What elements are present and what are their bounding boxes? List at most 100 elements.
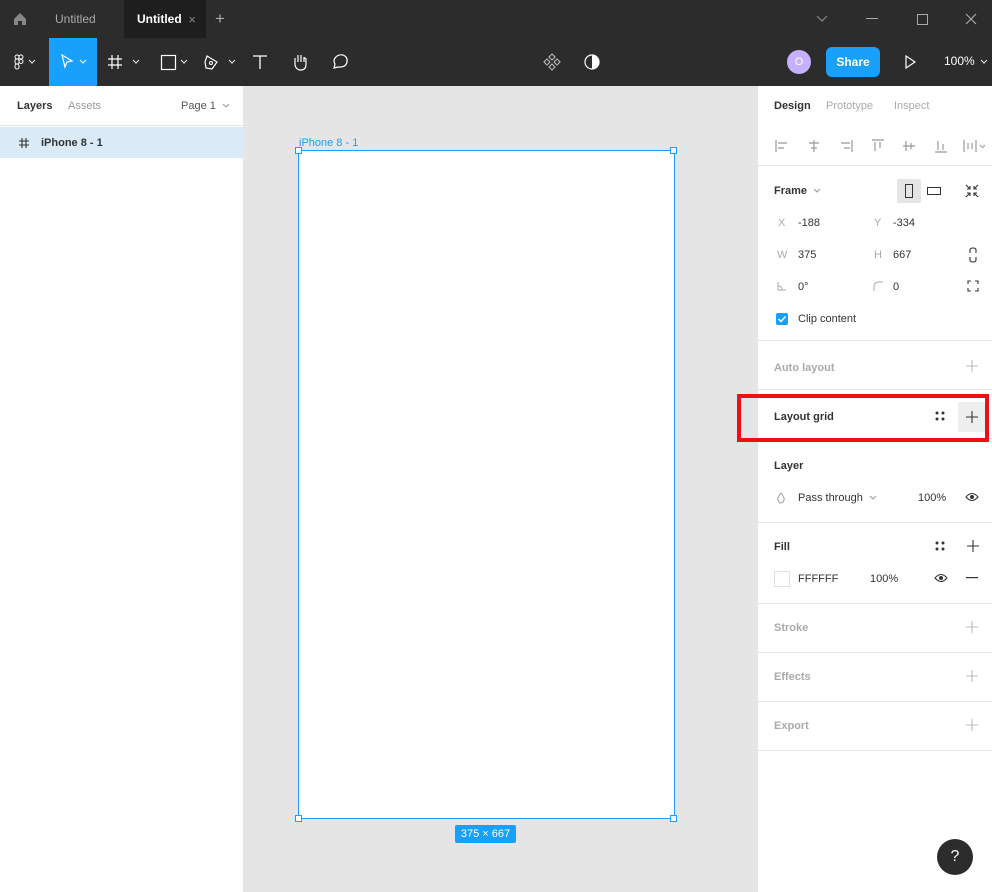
add-fill-button[interactable]	[966, 539, 980, 553]
height-input[interactable]: 667	[893, 249, 911, 261]
divider	[758, 389, 992, 390]
add-stroke-button[interactable]	[965, 620, 979, 634]
add-export-button[interactable]	[965, 718, 979, 732]
fill-section-title: Fill	[774, 541, 790, 553]
portrait-orientation-button[interactable]	[897, 179, 921, 203]
minimize-icon[interactable]	[847, 0, 897, 38]
distribute-icon[interactable]	[962, 138, 988, 154]
tab-inspect[interactable]: Inspect	[894, 100, 929, 112]
help-button[interactable]: ?	[937, 839, 973, 875]
plus-icon	[966, 670, 978, 682]
align-top-icon[interactable]	[870, 138, 886, 154]
frame-hash-icon	[18, 137, 32, 149]
resize-handle[interactable]	[295, 147, 302, 154]
w-label: W	[777, 249, 788, 261]
width-input[interactable]: 375	[798, 249, 816, 261]
layer-item[interactable]: iPhone 8 - 1	[0, 127, 243, 158]
y-label: Y	[874, 217, 882, 229]
layer-opacity-input[interactable]: 100%	[918, 492, 946, 504]
tab-assets[interactable]: Assets	[68, 100, 101, 112]
constrain-proportions-icon[interactable]	[968, 247, 978, 263]
cursor-icon	[61, 53, 87, 69]
maximize-icon[interactable]	[897, 0, 947, 38]
fill-opacity-input[interactable]: 100%	[870, 573, 898, 585]
frame-name-label[interactable]: iPhone 8 - 1	[299, 137, 358, 149]
new-tab-button[interactable]: +	[210, 9, 230, 29]
chevron-down-icon	[222, 103, 230, 109]
move-tool-button[interactable]	[49, 38, 97, 86]
theme-toggle-button[interactable]	[578, 38, 606, 86]
play-icon	[905, 55, 916, 69]
align-right-icon[interactable]	[838, 138, 854, 154]
comment-tool-button[interactable]	[324, 38, 356, 86]
layer-name: iPhone 8 - 1	[41, 136, 103, 149]
present-button[interactable]	[898, 38, 922, 86]
align-horizontal-center-icon[interactable]	[806, 138, 822, 154]
close-tab-icon[interactable]: ×	[188, 12, 196, 27]
fill-styles-icon[interactable]	[934, 540, 946, 552]
resize-handle[interactable]	[670, 147, 677, 154]
x-input[interactable]: -188	[798, 217, 820, 229]
tab-design[interactable]: Design	[774, 100, 811, 112]
component-icon	[543, 53, 561, 71]
pen-tool-button[interactable]	[196, 38, 238, 86]
eye-icon[interactable]	[934, 573, 948, 583]
chevron-down-icon	[869, 495, 877, 501]
share-button[interactable]: Share	[826, 47, 880, 77]
figma-logo-icon	[14, 54, 36, 70]
avatar[interactable]: O	[787, 50, 811, 74]
layer-section-title: Layer	[774, 460, 804, 472]
chevron-down-icon	[980, 59, 988, 65]
align-left-icon[interactable]	[774, 138, 790, 154]
tab-prototype[interactable]: Prototype	[826, 100, 873, 112]
corner-radius-icon	[873, 281, 883, 291]
add-effect-button[interactable]	[965, 669, 979, 683]
zoom-label: 100%	[944, 54, 975, 68]
blend-mode-select[interactable]: Pass through	[798, 492, 877, 504]
rotation-icon	[777, 281, 787, 291]
remove-fill-icon[interactable]	[966, 577, 978, 579]
chevron-down-icon[interactable]	[797, 0, 847, 38]
fill-color-swatch[interactable]	[774, 571, 790, 587]
checkmark-icon	[777, 315, 787, 323]
file-tab-active[interactable]: Untitled ×	[124, 0, 206, 38]
landscape-orientation-button[interactable]	[922, 179, 946, 203]
frame-section-title[interactable]: Frame	[774, 185, 821, 197]
title-bar: Untitled Untitled × +	[0, 0, 992, 38]
corner-radius-input[interactable]: 0	[893, 281, 899, 293]
file-tab-label: Untitled	[55, 12, 96, 26]
fill-hex-input[interactable]: FFFFFF	[798, 573, 838, 585]
components-button[interactable]	[538, 38, 566, 86]
resize-handle[interactable]	[295, 815, 302, 822]
resize-handle[interactable]	[670, 815, 677, 822]
close-window-icon[interactable]	[946, 0, 992, 38]
zoom-menu[interactable]: 100%	[944, 54, 988, 68]
auto-layout-title: Auto layout	[774, 362, 835, 374]
independent-corners-icon[interactable]	[967, 280, 979, 292]
effects-section-title: Effects	[774, 671, 811, 683]
layers-panel: Layers Assets Page 1 iPhone 8 - 1	[0, 86, 244, 892]
resize-to-fit-button[interactable]	[964, 183, 980, 199]
page-selector[interactable]: Page 1	[181, 100, 230, 112]
text-tool-button[interactable]	[244, 38, 276, 86]
divider	[758, 522, 992, 523]
pen-icon	[204, 55, 236, 70]
tab-layers[interactable]: Layers	[17, 100, 52, 112]
frame-size-badge: 375 × 667	[455, 825, 516, 843]
file-tab[interactable]: Untitled	[40, 0, 124, 38]
rotation-input[interactable]: 0°	[798, 281, 809, 293]
shape-tool-button[interactable]	[150, 38, 192, 86]
properties-panel: Design Prototype Inspect Frame X -188 Y …	[757, 86, 992, 892]
plus-icon	[966, 360, 978, 372]
align-bottom-icon[interactable]	[933, 138, 949, 154]
hand-tool-button[interactable]	[284, 38, 316, 86]
home-icon[interactable]	[0, 0, 40, 38]
frame-tool-button[interactable]	[104, 38, 144, 86]
eye-icon[interactable]	[965, 492, 979, 502]
selected-frame[interactable]	[298, 150, 675, 819]
clip-content-checkbox[interactable]	[776, 313, 788, 325]
align-vertical-center-icon[interactable]	[901, 138, 917, 154]
main-menu-button[interactable]	[0, 38, 48, 86]
add-auto-layout-button[interactable]	[965, 359, 979, 373]
y-input[interactable]: -334	[893, 217, 915, 229]
